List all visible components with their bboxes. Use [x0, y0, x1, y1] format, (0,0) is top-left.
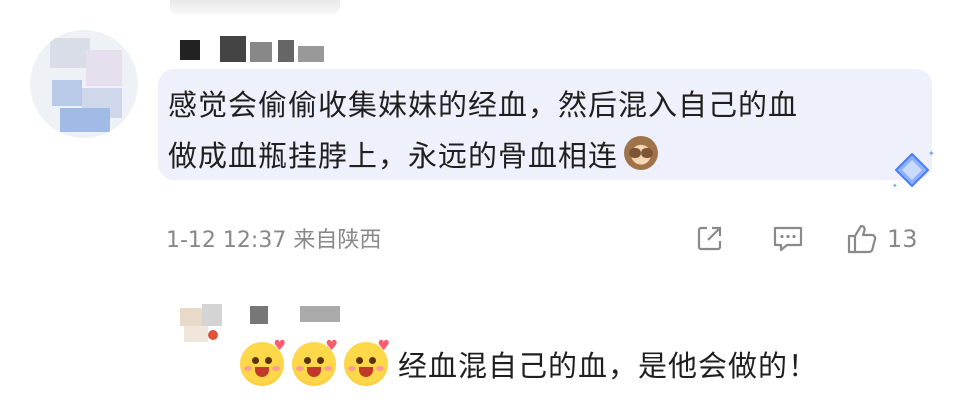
see-no-evil-monkey-icon [624, 136, 659, 170]
comment-text-line-2-text: 做成血瓶挂脖上，永远的骨血相连 [168, 139, 619, 173]
blushing-face-with-hearts-icon: ♥ [240, 338, 286, 386]
comment-text-line-1: 感觉会偷偷收集妹妹的经血，然后混入自己的血 [168, 88, 799, 122]
avatar[interactable] [30, 30, 138, 138]
thumbs-up-icon [847, 224, 877, 254]
comment-text-line-2: 做成血瓶挂脖上，永远的骨血相连 [168, 133, 659, 175]
svg-text:✦: ✦ [892, 182, 898, 190]
diamond-badge-icon: ✦ ✦ [892, 149, 934, 190]
reply-avatar[interactable] [180, 304, 226, 344]
blushing-face-with-hearts-icon: ♥ [344, 338, 390, 386]
share-button[interactable] [694, 222, 726, 258]
like-count: 13 [887, 225, 918, 253]
share-icon [697, 226, 722, 251]
username-redacted [180, 36, 330, 62]
reply-button[interactable] [771, 222, 805, 258]
blushing-face-with-hearts-icon: ♥ [292, 338, 338, 386]
reply-text: 经血混自己的血，是他会做的！ [398, 349, 819, 383]
reply-username-redacted [250, 306, 350, 326]
like-button[interactable]: 13 [845, 222, 918, 256]
previous-item-edge [170, 0, 340, 14]
comment-meta: 1-12 12:37 来自陕西 [166, 228, 382, 253]
reply-content: ♥ ♥ ♥ 经血混自己的血，是他会做的！ [240, 338, 819, 386]
comment-icon [773, 226, 803, 252]
svg-text:✦: ✦ [928, 149, 934, 158]
